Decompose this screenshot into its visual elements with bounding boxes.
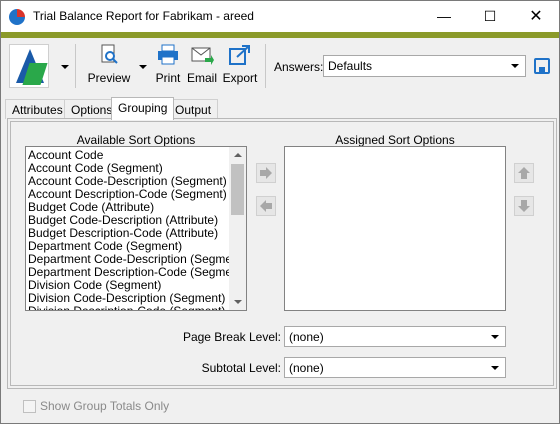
save-icon[interactable]	[534, 58, 550, 74]
preview-button[interactable]: Preview	[87, 44, 131, 90]
title-bar: Trial Balance Report for Fabrikam - aree…	[1, 1, 559, 32]
add-sort-button[interactable]	[256, 163, 276, 183]
export-button[interactable]: Export	[221, 44, 259, 90]
arrow-left-icon	[260, 200, 272, 212]
tab-strip: Attributes Options Grouping Output	[1, 97, 559, 120]
list-item[interactable]: Division Description-Code (Segment)	[26, 305, 230, 311]
answers-select[interactable]: Defaults	[323, 55, 526, 77]
arrow-up-icon	[518, 167, 530, 179]
printer-icon	[156, 44, 180, 66]
close-button[interactable]: ✕	[513, 1, 559, 32]
remove-sort-button[interactable]	[256, 196, 276, 216]
answers-label: Answers:	[274, 60, 324, 74]
subtotal-label: Subtotal Level:	[201, 361, 281, 375]
toolbar-separator	[265, 44, 266, 88]
scroll-thumb[interactable]	[231, 164, 244, 215]
assigned-sort-list[interactable]	[284, 146, 506, 311]
chevron-down-icon	[511, 64, 519, 68]
scroll-down-icon[interactable]	[234, 300, 242, 304]
preview-icon	[97, 44, 121, 66]
email-button[interactable]: Email	[187, 44, 217, 90]
report-window: Trial Balance Report for Fabrikam - aree…	[0, 0, 560, 424]
scroll-up-icon[interactable]	[234, 153, 242, 157]
app-pie-icon	[9, 9, 25, 25]
chevron-down-icon	[491, 366, 499, 370]
toolbar-separator	[75, 44, 76, 88]
minimize-button[interactable]: —	[421, 1, 467, 32]
export-icon	[228, 44, 252, 66]
available-sort-list[interactable]: Account Code Account Code (Segment) Accoun…	[25, 146, 247, 311]
move-up-button[interactable]	[514, 163, 534, 183]
print-button[interactable]: Print	[153, 44, 183, 90]
tab-grouping[interactable]: Grouping	[111, 97, 175, 120]
move-down-button[interactable]	[514, 196, 534, 216]
app-logo[interactable]	[9, 44, 49, 88]
scrollbar[interactable]	[229, 147, 246, 310]
logo-dropdown-icon[interactable]	[61, 65, 69, 69]
subtotal-select[interactable]: (none)	[284, 357, 506, 378]
chevron-down-icon	[491, 335, 499, 339]
preview-dropdown-icon[interactable]	[139, 65, 147, 69]
arrow-right-icon	[260, 167, 272, 179]
maximize-button[interactable]: ☐	[467, 1, 513, 32]
show-group-totals-label: Show Group Totals Only	[40, 399, 170, 413]
assigned-sort-label: Assigned Sort Options	[335, 133, 455, 147]
tab-attributes[interactable]: Attributes	[5, 99, 70, 119]
page-break-select[interactable]: (none)	[284, 326, 506, 347]
show-group-totals-checkbox[interactable]	[23, 400, 36, 413]
window-title: Trial Balance Report for Fabrikam - aree…	[33, 9, 254, 23]
toolbar: Preview Print Email Export Answers: Defa…	[1, 38, 559, 94]
arrow-down-icon	[518, 200, 530, 212]
tab-output[interactable]: Output	[168, 99, 219, 119]
envelope-icon	[190, 44, 214, 66]
page-break-label: Page Break Level:	[182, 330, 281, 344]
available-sort-label: Available Sort Options	[76, 133, 196, 147]
